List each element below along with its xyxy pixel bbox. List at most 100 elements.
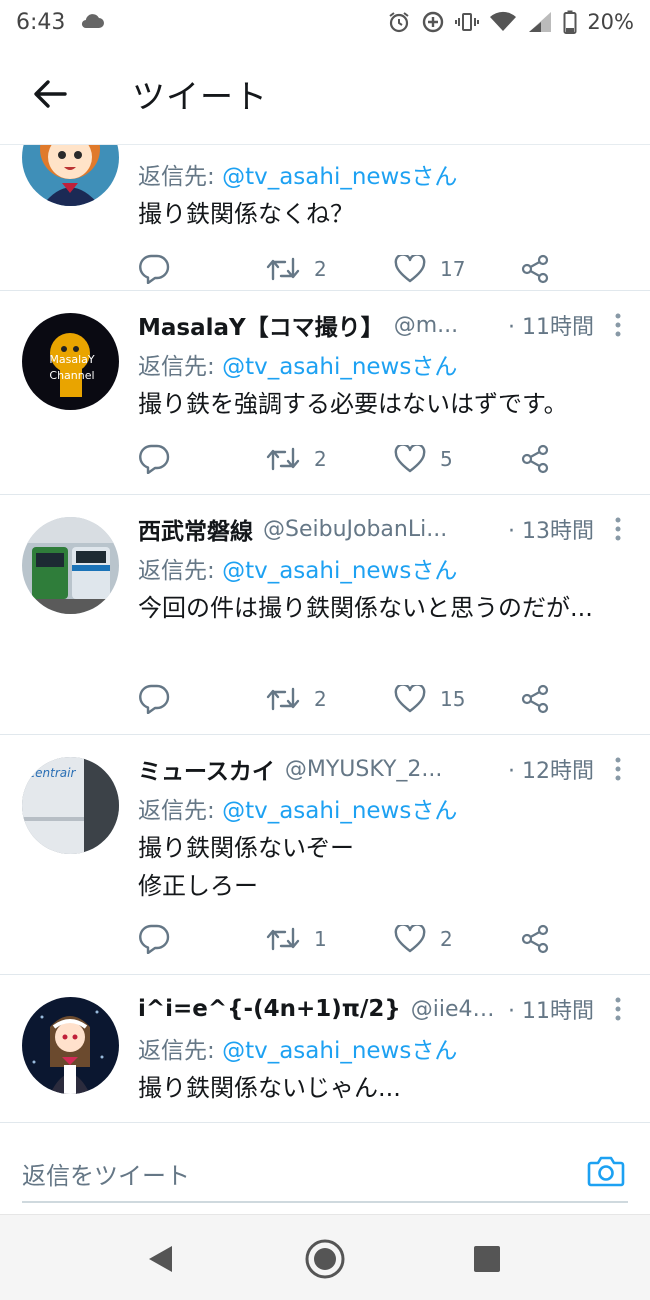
display-name[interactable]: MasalaY【コマ撮り】 xyxy=(138,308,384,342)
page-title: ツイート xyxy=(132,77,268,116)
share-icon xyxy=(521,684,549,714)
share-button[interactable] xyxy=(520,251,550,287)
avatar-logo-text: Channel xyxy=(49,369,94,382)
avatar-logo-text: centrair xyxy=(29,766,77,780)
timestamp: · 11時間 xyxy=(508,999,594,1024)
tweet-actions: 2 5 xyxy=(138,441,568,477)
tweet-actions: 2 15 xyxy=(138,681,568,717)
tweet-header: 西武常磐線 @SeibuJobanLi... · 13時間 xyxy=(138,511,630,547)
reply-context: 返信先: @tv_asahi_newsさん xyxy=(138,1038,458,1064)
nav-home-icon xyxy=(305,1239,345,1279)
reply-button[interactable] xyxy=(138,441,170,477)
reply-context: 返信先: @tv_asahi_newsさん xyxy=(138,164,458,190)
share-icon xyxy=(521,444,549,474)
retweet-count: 2 xyxy=(314,447,327,471)
camera-icon xyxy=(587,1156,625,1187)
avatar[interactable]: centrair xyxy=(22,757,119,854)
avatar[interactable] xyxy=(22,517,119,614)
like-count: 2 xyxy=(440,927,453,951)
battery-icon xyxy=(563,10,577,34)
like-button[interactable]: 15 xyxy=(394,681,465,717)
display-name[interactable]: i^i=e^{-(4n+1)π/2} xyxy=(138,996,401,1022)
retweet-button[interactable]: 2 xyxy=(266,251,327,287)
mention-link[interactable]: @tv_asahi_newsさん xyxy=(222,1038,457,1064)
share-button[interactable] xyxy=(520,681,550,717)
tweet[interactable]: 西武常磐線 @SeibuJobanLi... · 13時間 返信先: @tv_a… xyxy=(0,495,650,735)
retweet-icon xyxy=(266,687,300,711)
data-saver-icon xyxy=(421,10,445,34)
reply-icon xyxy=(139,924,170,954)
user-handle[interactable]: @iie4n... xyxy=(411,997,498,1022)
tweet[interactable]: MasalaY Channel MasalaY【コマ撮り】 @m... · 11… xyxy=(0,291,650,495)
more-options-button[interactable] xyxy=(606,994,630,1024)
camera-button[interactable] xyxy=(584,1149,628,1193)
more-options-button[interactable] xyxy=(606,754,630,784)
app-header: ツイート xyxy=(0,44,650,144)
reply-button[interactable] xyxy=(138,681,170,717)
nav-back-button[interactable] xyxy=(138,1237,182,1281)
share-button[interactable] xyxy=(520,921,550,957)
retweet-button[interactable]: 1 xyxy=(266,921,327,957)
share-button[interactable] xyxy=(520,441,550,477)
more-vertical-icon xyxy=(615,517,621,541)
mention-link[interactable]: @tv_asahi_newsさん xyxy=(222,798,457,824)
retweet-icon xyxy=(266,447,300,471)
timestamp: · 13時間 xyxy=(508,519,594,544)
reply-button[interactable] xyxy=(138,251,170,287)
tweet[interactable]: centrair ミュースカイ @MYUSKY_2... · 12時間 返信先:… xyxy=(0,735,650,975)
mention-link[interactable]: @tv_asahi_newsさん xyxy=(222,558,457,584)
display-name[interactable]: 西武常磐線 xyxy=(138,512,253,546)
tweet-feed[interactable]: 返信先: @tv_asahi_newsさん 撮り鉄関係なくね？ 2 17 Mas… xyxy=(0,144,650,1122)
retweet-icon xyxy=(266,257,300,281)
tweet-header: i^i=e^{-(4n+1)π/2} @iie4n... · 11時間 xyxy=(138,991,630,1027)
retweet-count: 1 xyxy=(314,927,327,951)
like-count: 15 xyxy=(440,687,466,711)
user-handle[interactable]: @m... xyxy=(394,313,498,338)
like-button[interactable]: 2 xyxy=(394,921,453,957)
retweet-count: 2 xyxy=(314,687,327,711)
status-time: 6:43 xyxy=(16,9,66,35)
tweet-header: MasalaY【コマ撮り】 @m... · 11時間 xyxy=(138,307,630,343)
reply-context: 返信先: @tv_asahi_newsさん xyxy=(138,558,458,584)
user-handle[interactable]: @SeibuJobanLi... xyxy=(263,517,498,542)
wifi-icon xyxy=(489,11,517,33)
nav-back-icon xyxy=(149,1246,172,1272)
cloud-icon xyxy=(79,11,105,33)
like-button[interactable]: 17 xyxy=(394,251,465,287)
mention-link[interactable]: @tv_asahi_newsさん xyxy=(222,164,457,190)
mention-link[interactable]: @tv_asahi_newsさん xyxy=(222,354,457,380)
nav-home-button[interactable] xyxy=(303,1237,347,1281)
avatar[interactable] xyxy=(22,997,119,1094)
retweet-button[interactable]: 2 xyxy=(266,441,327,477)
vibrate-icon xyxy=(455,10,480,34)
reply-icon xyxy=(139,254,170,284)
tweet[interactable]: 返信先: @tv_asahi_newsさん 撮り鉄関係なくね？ 2 17 xyxy=(0,145,650,291)
tweet-text: 今回の件は撮り鉄関係ないと思うのだが... xyxy=(138,594,593,622)
reply-icon xyxy=(139,684,170,714)
timestamp: · 12時間 xyxy=(508,759,594,784)
tweet-text: 撮り鉄を強調する必要はないはずです。 xyxy=(138,390,568,418)
user-handle[interactable]: @MYUSKY_2... xyxy=(285,757,498,782)
reply-input[interactable]: 返信をツイート xyxy=(22,1145,628,1203)
display-name[interactable]: ミュースカイ xyxy=(138,752,275,786)
more-options-button[interactable] xyxy=(606,514,630,544)
more-options-button[interactable] xyxy=(606,310,630,340)
alarm-icon xyxy=(387,10,411,34)
timestamp: · 11時間 xyxy=(508,315,594,340)
reply-button[interactable] xyxy=(138,921,170,957)
tweet-text: 撮り鉄関係なくね？ xyxy=(138,200,354,228)
tweet-actions: 2 17 xyxy=(138,251,568,287)
back-button[interactable] xyxy=(20,64,80,124)
like-icon xyxy=(394,445,426,473)
retweet-button[interactable]: 2 xyxy=(266,681,327,717)
tweet-header: ミュースカイ @MYUSKY_2... · 12時間 xyxy=(138,751,630,787)
retweet-count: 2 xyxy=(314,257,327,281)
back-arrow-icon xyxy=(34,80,67,108)
tweet-actions: 1 2 xyxy=(138,921,568,957)
avatar[interactable] xyxy=(22,145,119,206)
avatar[interactable]: MasalaY Channel xyxy=(22,313,119,410)
tweet[interactable]: i^i=e^{-(4n+1)π/2} @iie4n... · 11時間 返信先:… xyxy=(0,975,650,1122)
more-vertical-icon xyxy=(615,313,621,337)
nav-recents-button[interactable] xyxy=(465,1237,509,1281)
like-button[interactable]: 5 xyxy=(394,441,453,477)
